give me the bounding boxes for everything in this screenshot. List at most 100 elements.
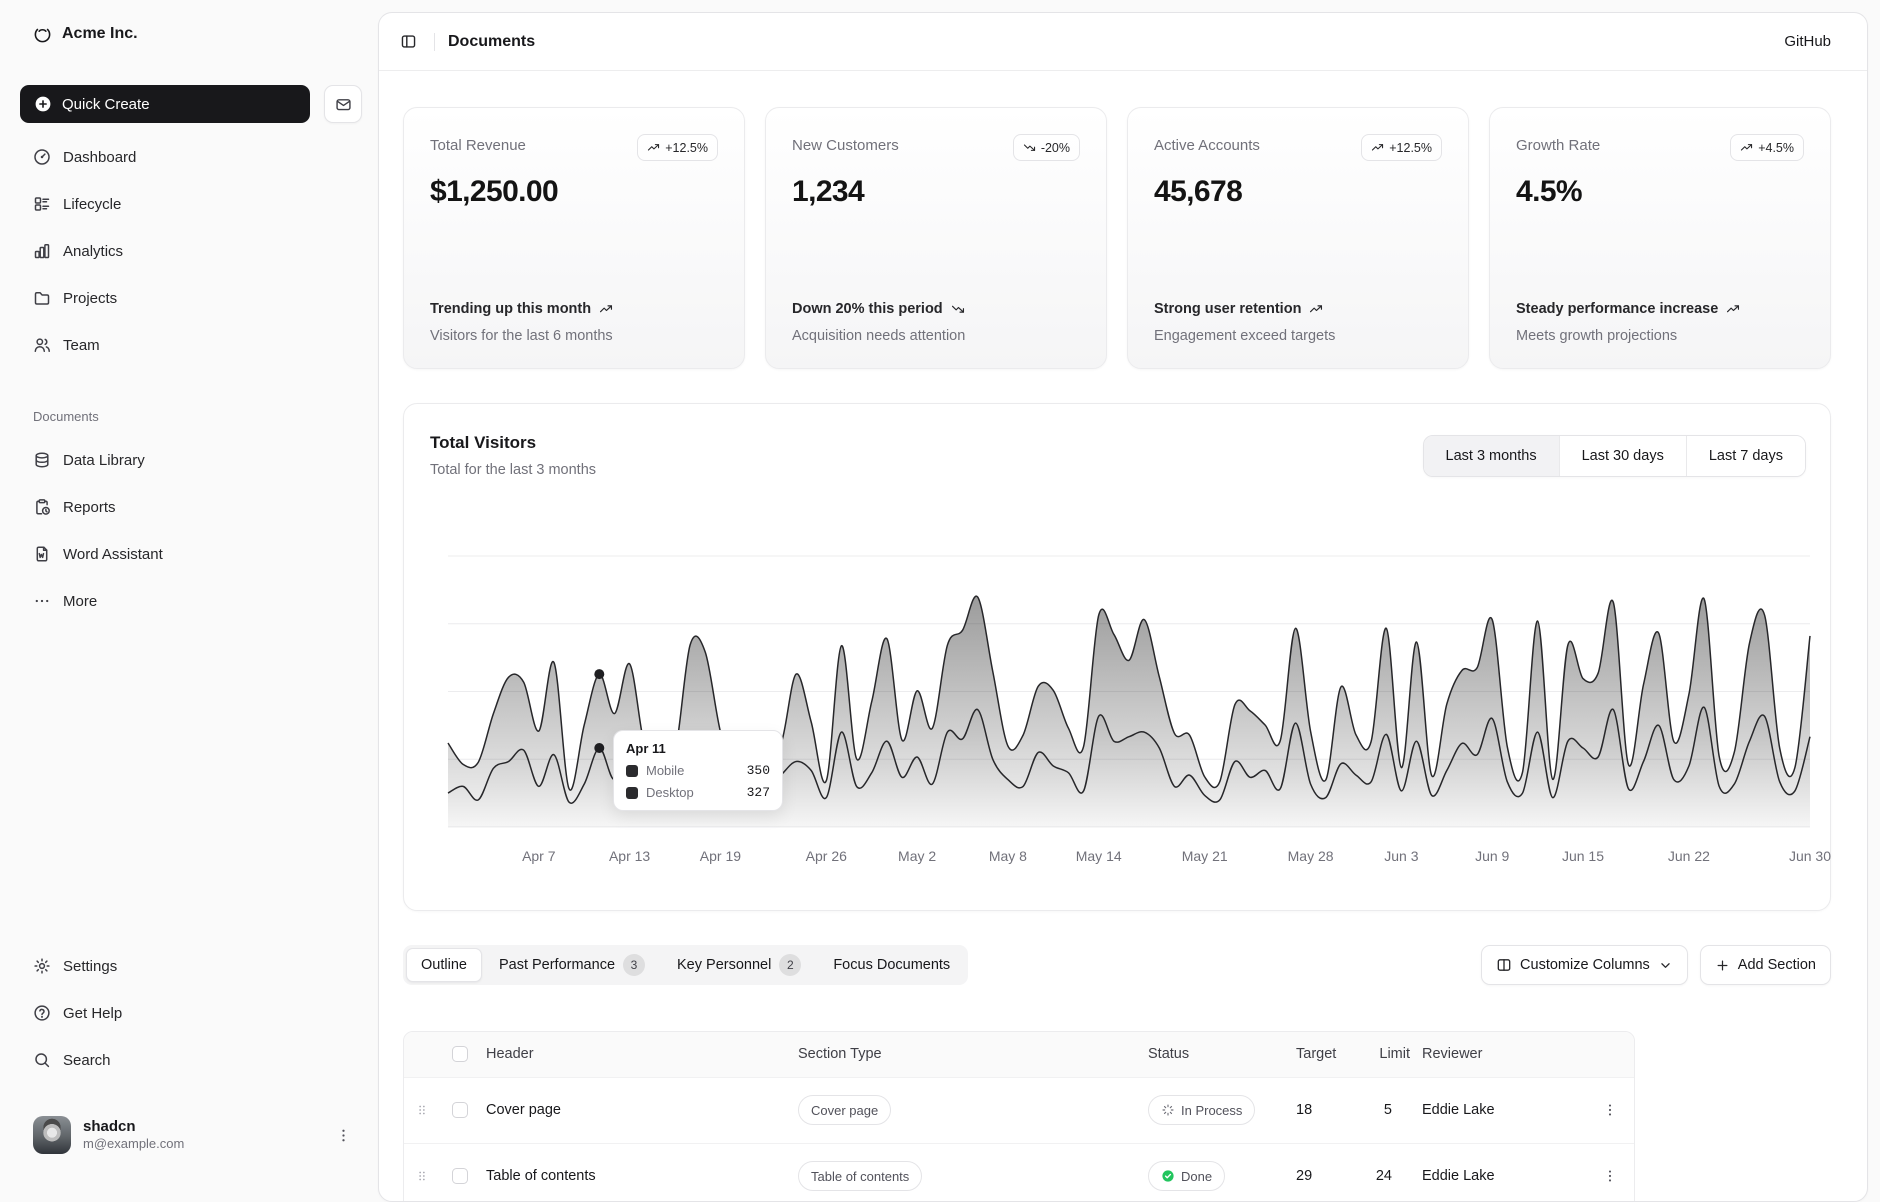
- avatar: [33, 1116, 71, 1154]
- visitors-chart-card: Total Visitors Total for the last 3 mont…: [403, 403, 1831, 911]
- tooltip-series-value: 327: [747, 785, 770, 800]
- trend-badge: +12.5%: [637, 134, 718, 161]
- sidebar-item-settings[interactable]: Settings: [16, 947, 362, 985]
- sidebar-item-label: More: [63, 593, 97, 610]
- sidebar-item-label: Analytics: [63, 243, 123, 260]
- series-swatch: [626, 765, 638, 777]
- grip-icon: [415, 1103, 429, 1117]
- sidebar-nav-documents: Data Library Reports Word Assistant More: [0, 441, 378, 620]
- sidebar-section-label: Documents: [33, 409, 362, 427]
- drag-handle[interactable]: [411, 1165, 433, 1187]
- row-menu-button[interactable]: [1598, 1164, 1622, 1188]
- sections-toolbar: Outline Past Performance3Key Personnel2 Fo…: [403, 945, 1831, 985]
- active-dot: [594, 743, 604, 753]
- x-axis-tick-label: May 21: [1182, 848, 1228, 864]
- sidebar-item-team[interactable]: Team: [16, 326, 362, 364]
- stat-cards: Total Revenue+12.5%$1,250.00Trending up …: [403, 107, 1831, 369]
- sidebar-item-reports[interactable]: Reports: [16, 488, 362, 526]
- circle-plus-icon: [34, 95, 52, 113]
- user-menu[interactable]: shadcn m@example.com: [16, 1111, 362, 1159]
- add-section-button[interactable]: Add Section: [1700, 945, 1831, 985]
- row-checkbox[interactable]: [452, 1102, 468, 1118]
- td-limit[interactable]: 5: [1352, 1077, 1416, 1143]
- get-help-icon: [33, 1004, 51, 1022]
- td-drag: [404, 1077, 440, 1143]
- chart-tooltip: Apr 11 Mobile350Desktop327: [613, 730, 783, 811]
- sidebar-item-more[interactable]: More: [16, 582, 362, 620]
- sidebar-item-label: Data Library: [63, 452, 145, 469]
- x-axis-tick-label: Jun 9: [1475, 848, 1509, 864]
- select-all-checkbox[interactable]: [452, 1046, 468, 1062]
- quick-create-button[interactable]: Quick Create: [20, 85, 310, 123]
- sidebar-item-get-help[interactable]: Get Help: [16, 994, 362, 1032]
- table-row[interactable]: Table of contentsTable of contentsDone29…: [404, 1143, 1635, 1202]
- settings-icon: [33, 957, 51, 975]
- td-reviewer: Eddie Lake: [1416, 1143, 1584, 1202]
- td-limit[interactable]: 24: [1352, 1143, 1416, 1202]
- tab-past-performance[interactable]: Past Performance3: [484, 948, 660, 982]
- tab-label: Focus Documents: [833, 957, 950, 973]
- trend-badge: -20%: [1013, 134, 1080, 161]
- table-row[interactable]: Cover pageCover pageIn Process185Eddie L…: [404, 1077, 1635, 1143]
- x-axis-tick-label: Apr 19: [700, 848, 741, 864]
- status-label: In Process: [1181, 1103, 1242, 1118]
- row-checkbox[interactable]: [452, 1168, 468, 1184]
- more-icon: [33, 592, 51, 610]
- td-target[interactable]: 29: [1290, 1143, 1352, 1202]
- stat-card-footer: Strong user retentionEngagement exceed t…: [1154, 299, 1442, 344]
- toolbar-actions: Customize Columns Add Section: [1481, 945, 1831, 985]
- status-loader-icon: [1161, 1103, 1175, 1117]
- trending-down-icon: [951, 302, 965, 316]
- lifecycle-icon: [33, 195, 51, 213]
- stat-card-footer-title: Trending up this month: [430, 299, 718, 321]
- sidebar: Acme Inc. Quick Create Dashboard Lifecycl…: [0, 0, 378, 1175]
- sidebar-item-projects[interactable]: Projects: [16, 279, 362, 317]
- trend-badge: +4.5%: [1730, 134, 1804, 161]
- sidebar-item-data-library[interactable]: Data Library: [16, 441, 362, 479]
- stat-card-footer-text: Steady performance increase: [1516, 299, 1718, 321]
- stat-card: New Customers-20%1,234Down 20% this peri…: [765, 107, 1107, 369]
- github-link[interactable]: GitHub: [1784, 33, 1831, 50]
- th-reviewer: Reviewer: [1416, 1032, 1584, 1077]
- content: Total Revenue+12.5%$1,250.00Trending up …: [379, 71, 1867, 1202]
- th-checkbox: [440, 1032, 480, 1077]
- tooltip-row: Mobile350: [626, 763, 770, 778]
- dashboard-icon: [33, 148, 51, 166]
- tab-label: Outline: [421, 957, 467, 973]
- tab-label: Past Performance: [499, 957, 615, 973]
- stat-card-footer: Steady performance increaseMeets growth …: [1516, 299, 1804, 344]
- trend-badge-value: +4.5%: [1758, 141, 1794, 155]
- user-name: shadcn: [83, 1118, 323, 1137]
- sidebar-item-analytics[interactable]: Analytics: [16, 232, 362, 270]
- tab-outline[interactable]: Outline: [406, 948, 482, 982]
- stat-card-top: Growth Rate+4.5%: [1516, 134, 1804, 161]
- sidebar-item-dashboard[interactable]: Dashboard: [16, 138, 362, 176]
- panel-left-icon: [400, 33, 417, 50]
- stat-card-footer-text: Trending up this month: [430, 299, 591, 321]
- sidebar-toggle-button[interactable]: [393, 27, 423, 57]
- add-section-label: Add Section: [1738, 957, 1816, 973]
- drag-handle[interactable]: [411, 1099, 433, 1121]
- data-library-icon: [33, 451, 51, 469]
- sidebar-item-word-assistant[interactable]: Word Assistant: [16, 535, 362, 573]
- brand[interactable]: Acme Inc.: [16, 16, 362, 52]
- sidebar-item-search[interactable]: Search: [16, 1041, 362, 1079]
- trend-badge-value: +12.5%: [1389, 141, 1432, 155]
- dots-vertical-icon: [1602, 1102, 1618, 1118]
- td-target[interactable]: 18: [1290, 1077, 1352, 1143]
- x-axis-tick-label: May 8: [989, 848, 1027, 864]
- sidebar-nav-secondary: Settings Get Help Search: [0, 947, 378, 1079]
- tooltip-series-label: Desktop: [646, 785, 694, 800]
- projects-icon: [33, 289, 51, 307]
- x-axis-tick-label: Apr 7: [522, 848, 556, 864]
- customize-columns-button[interactable]: Customize Columns: [1481, 945, 1688, 985]
- row-menu-button[interactable]: [1598, 1098, 1622, 1122]
- th-limit: Limit: [1352, 1032, 1416, 1077]
- sidebar-item-lifecycle[interactable]: Lifecycle: [16, 185, 362, 223]
- td-status: Done: [1142, 1143, 1290, 1202]
- visitors-area-chart[interactable]: Apr 7Apr 13Apr 19Apr 26May 2May 8May 14M…: [404, 404, 1834, 912]
- trend-badge-value: -20%: [1041, 141, 1070, 155]
- tab-focus-documents[interactable]: Focus Documents: [818, 948, 965, 982]
- tab-key-personnel[interactable]: Key Personnel2: [662, 948, 816, 982]
- inbox-button[interactable]: [324, 85, 362, 123]
